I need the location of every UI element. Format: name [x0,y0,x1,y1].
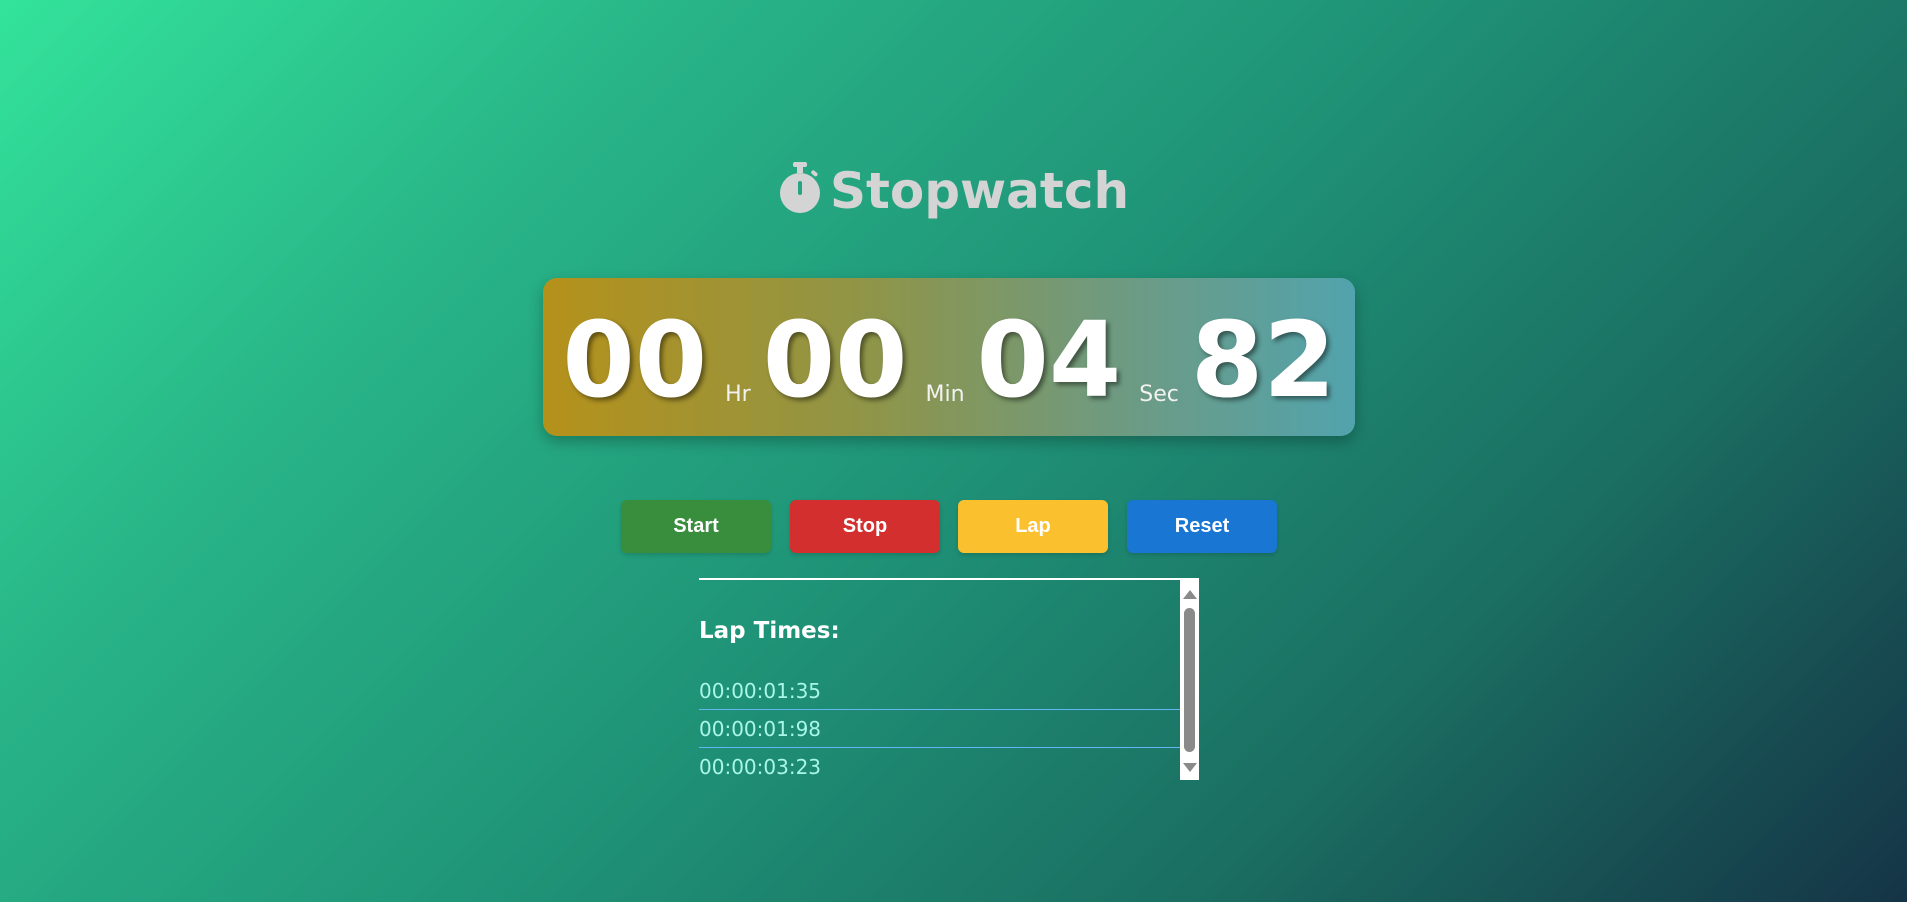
page-title: Stopwatch [0,160,1907,221]
minutes-label: Min [925,382,965,407]
lap-item: 00:00:03:23 [699,748,1180,780]
lap-times-scrollbar[interactable] [1180,580,1199,780]
stop-button[interactable]: Stop [790,500,940,553]
lap-list: 00:00:01:35 00:00:01:98 00:00:03:23 [699,672,1180,780]
lap-times-panel[interactable]: Lap Times: 00:00:01:35 00:00:01:98 00:00… [699,578,1199,780]
scroll-down-arrow-icon[interactable] [1183,763,1197,772]
lap-times-heading: Lap Times: [699,618,840,644]
seconds-label: Sec [1139,382,1179,407]
seconds-value: 04 [976,299,1122,421]
stopwatch-icon [778,160,822,216]
reset-button[interactable]: Reset [1127,500,1277,553]
page-title-text: Stopwatch [829,162,1130,220]
lap-item: 00:00:01:35 [699,672,1180,710]
time-display: 00 Hr 00 Min 04 Sec 82 [543,278,1355,436]
centiseconds-value: 82 [1190,299,1336,421]
lap-button[interactable]: Lap [958,500,1108,553]
minutes-value: 00 [762,299,908,421]
scroll-up-arrow-icon[interactable] [1183,590,1197,599]
hours-value: 00 [562,299,708,421]
scrollbar-thumb[interactable] [1184,608,1195,752]
start-button[interactable]: Start [621,500,771,553]
hours-label: Hr [725,382,751,407]
lap-times-content: Lap Times: 00:00:01:35 00:00:01:98 00:00… [699,580,1180,780]
lap-item: 00:00:01:98 [699,710,1180,748]
